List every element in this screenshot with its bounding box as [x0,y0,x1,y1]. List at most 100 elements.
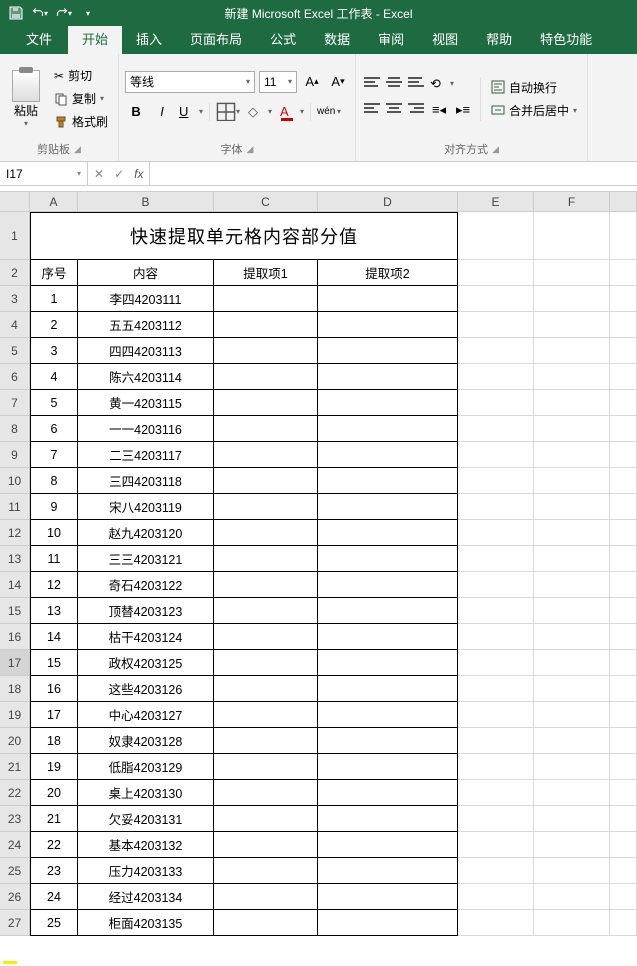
cell[interactable] [534,806,610,832]
cell[interactable] [610,858,637,884]
clipboard-dialog-launcher[interactable]: ◢ [74,144,81,155]
cell-content[interactable]: 低脂4203129 [78,754,214,780]
row-header-22[interactable]: 22 [0,780,30,806]
cell-content[interactable]: 压力4203133 [78,858,214,884]
cell-ext2[interactable] [318,780,458,806]
cell-content[interactable]: 五五4203112 [78,312,214,338]
cell[interactable] [610,676,637,702]
cell-content[interactable]: 二三4203117 [78,442,214,468]
cell[interactable] [458,494,534,520]
cell-ext2[interactable] [318,364,458,390]
cell-ext1[interactable] [214,884,318,910]
cell[interactable] [458,212,534,260]
cell-ext1[interactable] [214,468,318,494]
cell-ext1[interactable] [214,702,318,728]
formula-input[interactable] [150,162,637,185]
cell[interactable] [458,806,534,832]
cell-ext1[interactable] [214,728,318,754]
align-middle-icon[interactable] [384,73,404,91]
cell[interactable] [534,312,610,338]
cell-ext2[interactable] [318,312,458,338]
cell[interactable] [458,832,534,858]
cell[interactable] [534,260,610,286]
cell-ext2[interactable] [318,468,458,494]
cell[interactable] [534,338,610,364]
cell-ext1[interactable] [214,832,318,858]
cell-seq[interactable]: 4 [30,364,78,390]
cell-ext2[interactable] [318,650,458,676]
cell[interactable] [534,468,610,494]
cell-ext1[interactable] [214,546,318,572]
cell-ext1[interactable] [214,676,318,702]
cell-ext2[interactable] [318,676,458,702]
cell[interactable] [534,702,610,728]
cell-ext1[interactable] [214,624,318,650]
cell-content[interactable]: 基本4203132 [78,832,214,858]
cell-seq[interactable]: 3 [30,338,78,364]
cell[interactable] [610,754,637,780]
col-header-c[interactable]: C [214,192,318,212]
cell[interactable] [610,598,637,624]
font-name-select[interactable]: 等线▾ [125,71,255,93]
redo-icon[interactable]: ▾ [56,5,72,21]
paste-button[interactable]: 粘贴 ▾ [6,66,46,132]
cell[interactable] [534,286,610,312]
cell[interactable] [458,442,534,468]
col-header-f[interactable]: F [534,192,610,212]
cell[interactable] [534,676,610,702]
cut-button[interactable]: ✂剪切 [50,65,112,86]
cell[interactable] [458,702,534,728]
row-header-9[interactable]: 9 [0,442,30,468]
cell[interactable] [610,468,637,494]
cell-ext1[interactable] [214,312,318,338]
cell-ext2[interactable] [318,442,458,468]
cell[interactable] [610,624,637,650]
cell-seq[interactable]: 12 [30,572,78,598]
cell[interactable] [458,260,534,286]
cell-ext2[interactable] [318,858,458,884]
cell-seq[interactable]: 15 [30,650,78,676]
row-header-14[interactable]: 14 [0,572,30,598]
row-header-8[interactable]: 8 [0,416,30,442]
cell-seq[interactable]: 2 [30,312,78,338]
cell-ext2[interactable] [318,806,458,832]
row-header-15[interactable]: 15 [0,598,30,624]
cell-seq[interactable]: 6 [30,416,78,442]
cell-content[interactable]: 三四4203118 [78,468,214,494]
fill-color-button[interactable]: ◇▾ [246,101,274,123]
cell[interactable] [610,520,637,546]
cell-ext2[interactable] [318,832,458,858]
cell-seq[interactable]: 14 [30,624,78,650]
cell[interactable] [458,884,534,910]
cell[interactable] [458,624,534,650]
row-header-25[interactable]: 25 [0,858,30,884]
col-header-b[interactable]: B [78,192,214,212]
cell-content[interactable]: 陈六4203114 [78,364,214,390]
cell-ext2[interactable] [318,390,458,416]
cell[interactable] [534,572,610,598]
cell-seq[interactable]: 21 [30,806,78,832]
name-box[interactable]: I17▾ [0,162,88,185]
cell-ext1[interactable] [214,572,318,598]
cell[interactable] [610,650,637,676]
cell-content[interactable]: 三三4203121 [78,546,214,572]
cell[interactable] [534,494,610,520]
cell[interactable] [610,364,637,390]
cell-ext2[interactable] [318,338,458,364]
cell-seq[interactable]: 19 [30,754,78,780]
cell[interactable] [610,260,637,286]
cell[interactable] [458,390,534,416]
qat-customize-icon[interactable]: ▾ [80,5,96,21]
row-header-3[interactable]: 3 [0,286,30,312]
cell-ext1[interactable] [214,364,318,390]
cell-content[interactable]: 一一4203116 [78,416,214,442]
undo-icon[interactable]: ▾ [32,5,48,21]
cell-ext1[interactable] [214,598,318,624]
cell[interactable] [610,442,637,468]
cell[interactable] [458,546,534,572]
cell-ext2[interactable] [318,494,458,520]
cell-seq[interactable]: 24 [30,884,78,910]
cell[interactable] [534,520,610,546]
row-header-18[interactable]: 18 [0,676,30,702]
cell[interactable] [534,780,610,806]
